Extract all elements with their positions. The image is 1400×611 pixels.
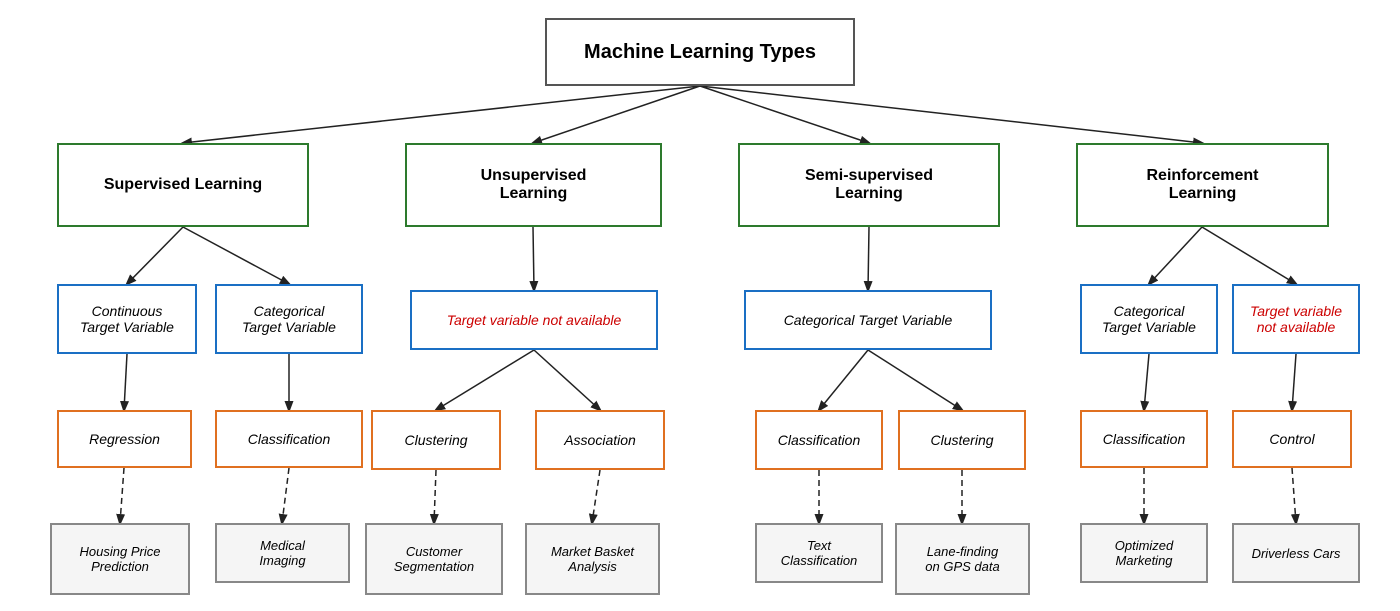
text-label: TextClassification	[781, 538, 858, 568]
unsupervised-label: UnsupervisedLearning	[481, 167, 587, 203]
supervised-node: Supervised Learning	[57, 143, 309, 227]
supervised-label: Supervised Learning	[104, 176, 262, 194]
classification-r-label: Classification	[1103, 431, 1185, 447]
association-label: Association	[564, 432, 636, 448]
market-node: Market BasketAnalysis	[525, 523, 660, 595]
housing-label: Housing PricePrediction	[80, 544, 161, 574]
lane-label: Lane-findingon GPS data	[925, 544, 999, 574]
driverless-node: Driverless Cars	[1232, 523, 1360, 583]
customer-label: CustomerSegmentation	[394, 544, 474, 574]
classification-semi-label: Classification	[778, 432, 860, 448]
diagram: Machine Learning Types Supervised Learni…	[0, 0, 1400, 611]
optimized-node: OptimizedMarketing	[1080, 523, 1208, 583]
reinforcement-label: ReinforcementLearning	[1146, 167, 1258, 203]
semisupervised-node: Semi-supervisedLearning	[738, 143, 1000, 227]
semisupervised-label: Semi-supervisedLearning	[805, 167, 933, 203]
optimized-label: OptimizedMarketing	[1115, 538, 1174, 568]
root-label: Machine Learning Types	[584, 41, 816, 64]
continuous-label: ContinuousTarget Variable	[80, 303, 174, 335]
association-node: Association	[535, 410, 665, 470]
text-node: TextClassification	[755, 523, 883, 583]
medical-label: MedicalImaging	[259, 538, 305, 568]
medical-node: MedicalImaging	[215, 523, 350, 583]
classification-s-label: Classification	[248, 431, 330, 447]
regression-node: Regression	[57, 410, 192, 468]
categorical-s-node: CategoricalTarget Variable	[215, 284, 363, 354]
market-label: Market BasketAnalysis	[551, 544, 634, 574]
classification-s-node: Classification	[215, 410, 363, 468]
categorical-r-node: CategoricalTarget Variable	[1080, 284, 1218, 354]
control-node: Control	[1232, 410, 1352, 468]
regression-label: Regression	[89, 431, 160, 447]
reinforcement-node: ReinforcementLearning	[1076, 143, 1329, 227]
driverless-label: Driverless Cars	[1252, 546, 1341, 561]
categorical-semi-label: Categorical Target Variable	[784, 312, 953, 328]
customer-node: CustomerSegmentation	[365, 523, 503, 595]
classification-r-node: Classification	[1080, 410, 1208, 468]
unsupervised-node: UnsupervisedLearning	[405, 143, 662, 227]
clustering-semi-label: Clustering	[930, 432, 993, 448]
target-na-label: Target variable not available	[447, 312, 622, 328]
control-label: Control	[1269, 431, 1314, 447]
lane-node: Lane-findingon GPS data	[895, 523, 1030, 595]
clustering-u-label: Clustering	[404, 432, 467, 448]
categorical-r-label: CategoricalTarget Variable	[1102, 303, 1196, 335]
clustering-u-node: Clustering	[371, 410, 501, 470]
classification-semi-node: Classification	[755, 410, 883, 470]
housing-node: Housing PricePrediction	[50, 523, 190, 595]
root-node: Machine Learning Types	[545, 18, 855, 86]
categorical-semi-node: Categorical Target Variable	[744, 290, 992, 350]
categorical-s-label: CategoricalTarget Variable	[242, 303, 336, 335]
target-na-r-label: Target variablenot available	[1250, 303, 1342, 335]
target-na-r-node: Target variablenot available	[1232, 284, 1360, 354]
continuous-node: ContinuousTarget Variable	[57, 284, 197, 354]
clustering-semi-node: Clustering	[898, 410, 1026, 470]
target-na-node: Target variable not available	[410, 290, 658, 350]
